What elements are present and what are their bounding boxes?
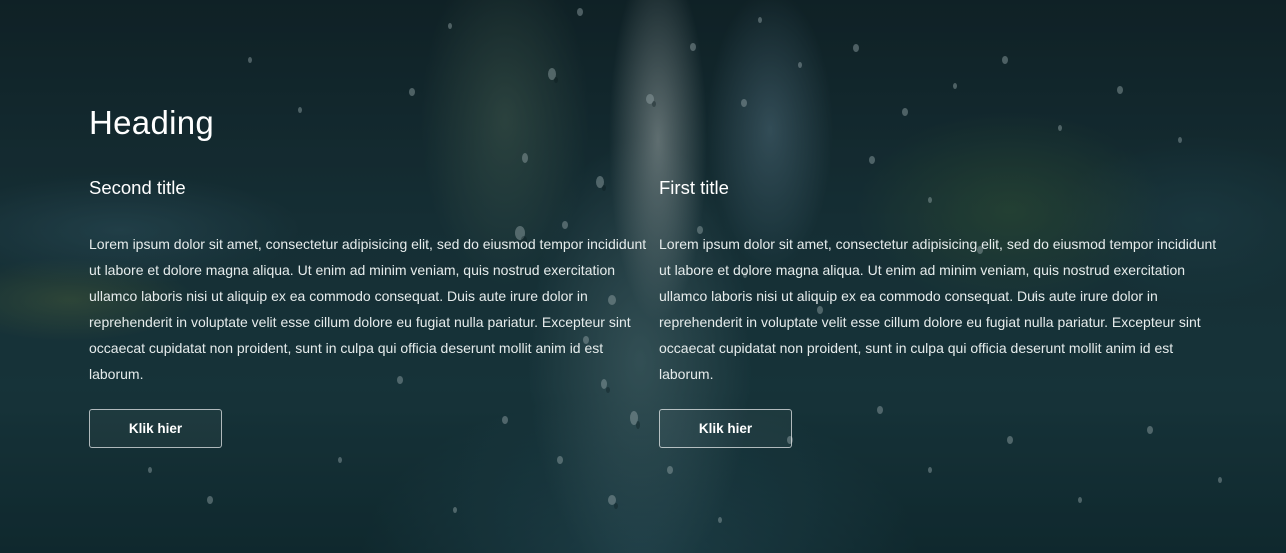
- column-body-text: Lorem ipsum dolor sit amet, consectetur …: [89, 236, 647, 382]
- column-title: Second title: [89, 177, 186, 198]
- column-title: First title: [659, 177, 729, 198]
- hero-section: Heading Second title Lorem ipsum dolor s…: [0, 0, 1286, 553]
- page-heading: Heading: [89, 104, 215, 141]
- klik-hier-button[interactable]: Klik hier: [659, 409, 792, 448]
- klik-hier-button[interactable]: Klik hier: [89, 409, 222, 448]
- content-column-right: First title Lorem ipsum dolor sit amet, …: [659, 176, 1219, 448]
- column-body-text: Lorem ipsum dolor sit amet, consectetur …: [659, 236, 1217, 382]
- hero-content: Heading Second title Lorem ipsum dolor s…: [0, 0, 1286, 553]
- content-column-left: Second title Lorem ipsum dolor sit amet,…: [89, 176, 649, 448]
